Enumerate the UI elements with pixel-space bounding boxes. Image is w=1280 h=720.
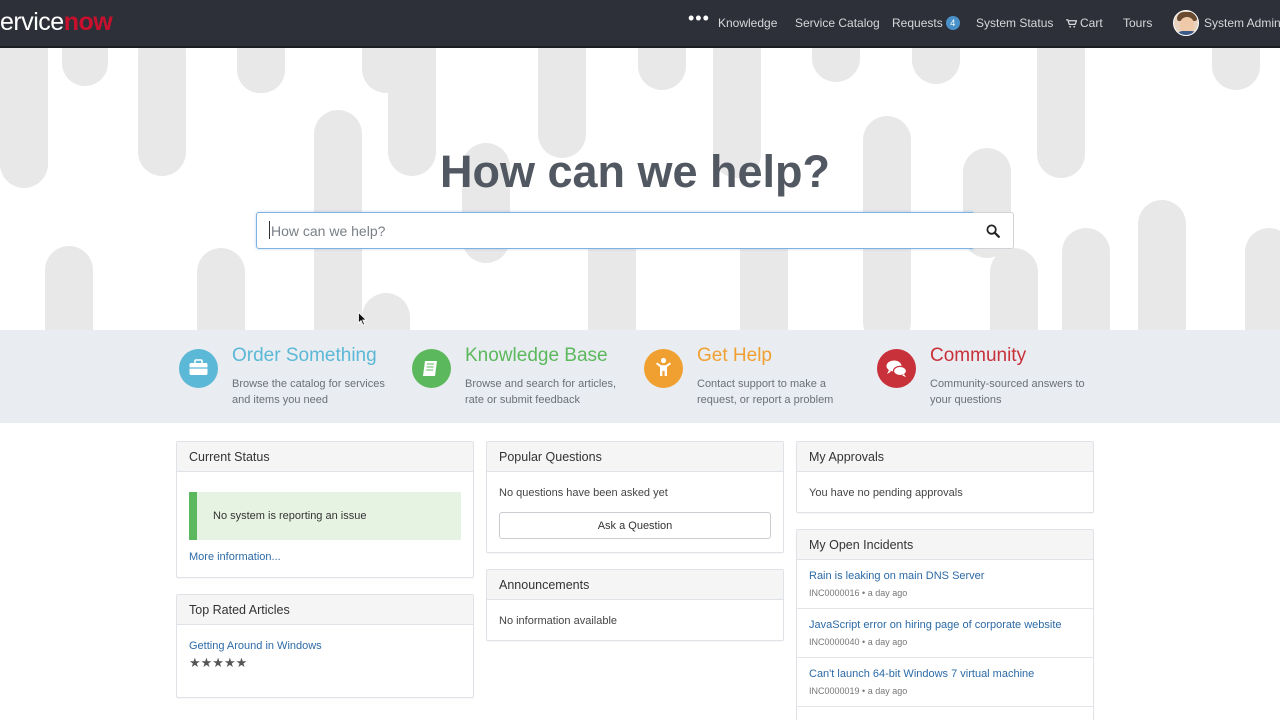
incident-meta: INC0000040 • a day ago (809, 637, 908, 647)
announcements-panel: Announcements No information available (486, 569, 784, 641)
panel-title: Announcements (487, 570, 783, 600)
panel-title: My Approvals (797, 442, 1093, 472)
cart-icon (1066, 19, 1077, 28)
user-avatar[interactable] (1173, 10, 1199, 36)
nav-cart-label: Cart (1080, 16, 1103, 30)
nav-tours[interactable]: Tours (1123, 16, 1152, 30)
briefcase-icon (179, 349, 218, 388)
incident-meta: INC0000016 • a day ago (809, 588, 908, 598)
more-menu-icon[interactable]: ••• (688, 9, 710, 27)
nav-links: ••• Knowledge Service Catalog Requests 4 … (0, 0, 1280, 46)
incident-item[interactable]: Can't launch 64-bit Windows 7 virtual ma… (797, 658, 1093, 707)
incident-title-link[interactable]: Can't launch 64-bit Windows 7 virtual ma… (809, 668, 1034, 680)
ask-question-button[interactable]: Ask a Question (499, 512, 771, 539)
feature-community[interactable]: Community Community-sourced answers to y… (877, 330, 1107, 423)
feature-band: Order Something Browse the catalog for s… (0, 330, 1280, 423)
status-ok-alert: No system is reporting an issue (189, 492, 461, 540)
article-link[interactable]: Getting Around in Windows (189, 640, 322, 652)
feature-get-help[interactable]: Get Help Contact support to make a reque… (644, 330, 874, 423)
empty-message: No information available (499, 615, 618, 627)
nav-requests[interactable]: Requests 4 (892, 16, 960, 30)
chat-bubbles-icon (877, 349, 916, 388)
hero-title: How can we help? (439, 146, 831, 197)
feature-description: Browse the catalog for services and item… (232, 378, 385, 406)
user-name[interactable]: System Administrator (1204, 16, 1280, 30)
nav-knowledge[interactable]: Knowledge (718, 16, 777, 30)
panel-title: Top Rated Articles (177, 595, 473, 625)
incident-title-link[interactable]: Rain is leaking on main DNS Server (809, 570, 984, 582)
requests-count-badge: 4 (945, 16, 960, 30)
search-icon (986, 224, 1000, 238)
feature-knowledge-base[interactable]: Knowledge Base Browse and search for art… (412, 330, 642, 423)
incident-item[interactable]: JavaScript error on hiring page of corpo… (797, 609, 1093, 658)
nav-cart[interactable]: Cart (1066, 16, 1103, 30)
my-approvals-panel: My Approvals You have no pending approva… (796, 441, 1094, 513)
hero-banner: How can we help? (0, 48, 1280, 330)
search-bar (256, 212, 1014, 249)
feature-description: Browse and search for articles, rate or … (465, 378, 617, 406)
panel-title: Current Status (177, 442, 473, 472)
star-rating: ★★★★★ (189, 655, 248, 670)
status-message: No system is reporting an issue (213, 510, 367, 522)
search-input[interactable] (256, 212, 974, 249)
nav-system-status[interactable]: System Status (976, 16, 1053, 30)
panel-title: Popular Questions (487, 442, 783, 472)
nav-service-catalog[interactable]: Service Catalog (795, 16, 880, 30)
search-button[interactable] (973, 212, 1014, 249)
top-navbar: ervicenow ••• Knowledge Service Catalog … (0, 0, 1280, 48)
feature-title: Community (930, 345, 1027, 366)
more-information-link[interactable]: More information... (189, 551, 281, 563)
current-status-panel: Current Status No system is reporting an… (176, 441, 474, 578)
empty-message: No questions have been asked yet (499, 487, 668, 499)
incident-item[interactable]: Rain is leaking on main DNS Server INC00… (797, 560, 1093, 609)
text-caret (269, 221, 270, 239)
empty-message: You have no pending approvals (809, 487, 963, 499)
top-rated-articles-panel: Top Rated Articles Getting Around in Win… (176, 594, 474, 698)
mouse-pointer-icon (358, 312, 368, 326)
feature-order-something[interactable]: Order Something Browse the catalog for s… (179, 330, 409, 423)
feature-description: Contact support to make a request, or re… (697, 378, 834, 406)
feature-description: Community-sourced answers to your questi… (930, 378, 1085, 406)
feature-title: Order Something (232, 345, 377, 366)
incident-title-link[interactable]: JavaScript error on hiring page of corpo… (809, 619, 1062, 631)
incident-meta: INC0000019 • a day ago (809, 686, 908, 696)
book-icon (412, 349, 451, 388)
nav-requests-label: Requests (892, 16, 943, 30)
feature-title: Knowledge Base (465, 345, 608, 366)
popular-questions-panel: Popular Questions No questions have been… (486, 441, 784, 553)
panel-title: My Open Incidents (797, 530, 1093, 560)
my-open-incidents-panel: My Open Incidents Rain is leaking on mai… (796, 529, 1094, 720)
person-help-icon (644, 349, 683, 388)
feature-title: Get Help (697, 345, 772, 366)
